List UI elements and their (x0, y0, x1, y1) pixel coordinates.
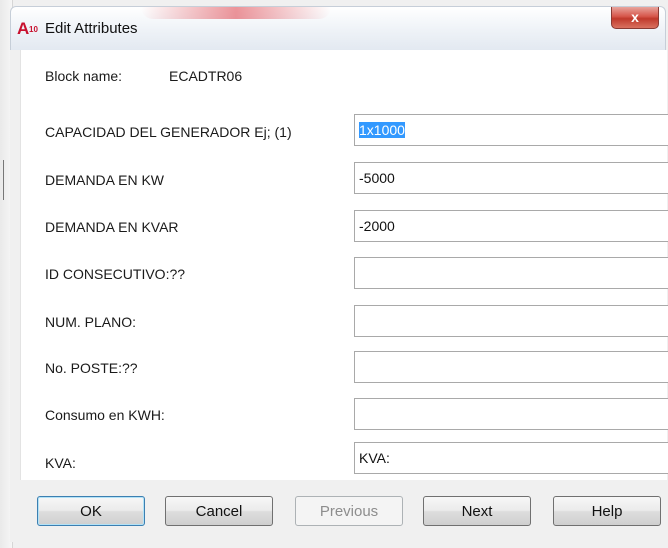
attribute-input-demanda-kw[interactable]: -5000 (354, 162, 668, 194)
attribute-input-demanda-kvar[interactable]: -2000 (354, 210, 668, 242)
previous-button[interactable]: Previous (295, 496, 403, 526)
block-name-label: Block name: (45, 68, 123, 84)
attribute-input-kva[interactable]: KVA: (354, 442, 668, 474)
attribute-input-id-consecutivo[interactable] (354, 257, 668, 289)
attribute-label-kva: KVA: (45, 455, 76, 471)
title-glow (141, 7, 331, 19)
attribute-label-num-plano: NUM. PLANO: (45, 314, 137, 330)
title-bar[interactable]: A 10 Edit Attributes x (10, 6, 666, 50)
cancel-button[interactable]: Cancel (165, 496, 273, 526)
attribute-input-no-poste[interactable] (354, 351, 668, 383)
autocad-app-icon: A 10 (17, 19, 38, 38)
attribute-label-demanda-kw: DEMANDA EN KW (45, 172, 165, 188)
attribute-input-capacidad[interactable]: 1x1000 (354, 114, 668, 146)
close-icon: x (631, 9, 639, 25)
attributes-panel: Block name: ECADTR06 CAPACIDAD DEL GENER… (20, 50, 668, 480)
attribute-label-capacidad: CAPACIDAD DEL GENERADOR Ej; (1) (45, 124, 292, 140)
next-button[interactable]: Next (423, 496, 531, 526)
window-title: Edit Attributes (45, 20, 138, 37)
dialog-body: Block name: ECADTR06 CAPACIDAD DEL GENER… (10, 50, 668, 542)
attribute-label-demanda-kvar: DEMANDA EN KVAR (45, 219, 179, 235)
background-divider (3, 160, 4, 200)
close-button[interactable]: x (611, 7, 659, 29)
attribute-input-consumo-kwh[interactable] (354, 398, 668, 430)
attribute-input-num-plano[interactable] (354, 305, 668, 337)
help-button[interactable]: Help (553, 496, 661, 526)
ok-button[interactable]: OK (37, 496, 145, 526)
block-name-value: ECADTR06 (169, 68, 243, 84)
attribute-label-no-poste: No. POSTE:?? (45, 360, 138, 376)
attribute-label-id-consecutivo: ID CONSECUTIVO:?? (45, 266, 186, 282)
attribute-label-consumo-kwh: Consumo en KWH: (45, 407, 165, 423)
